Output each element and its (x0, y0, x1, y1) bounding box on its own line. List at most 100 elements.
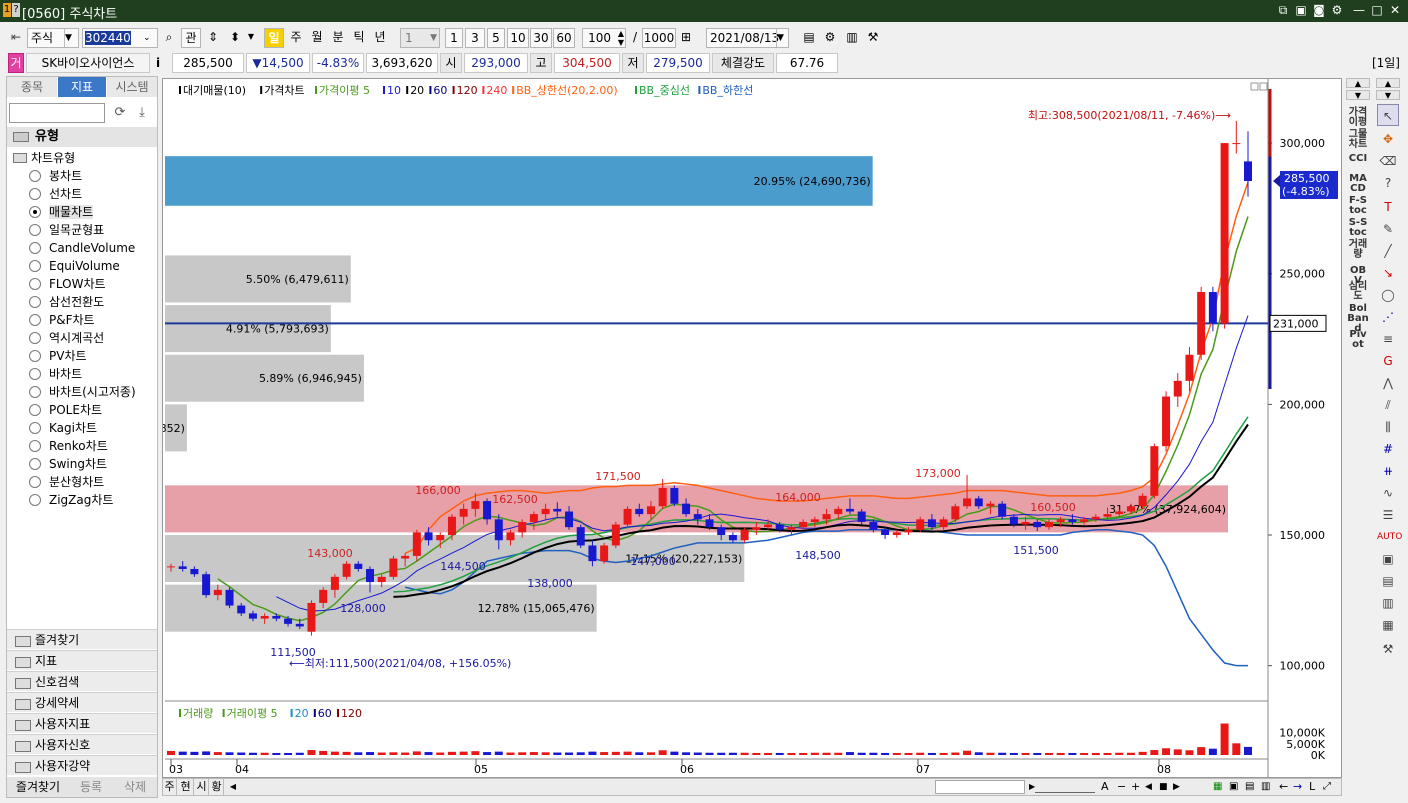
link-icon[interactable]: ⧉ (1276, 3, 1290, 17)
market-select[interactable]: 주식 ▼ (27, 28, 79, 48)
chart-type-option[interactable]: FLOW차트 (29, 275, 106, 293)
period-month-button[interactable]: 월 (307, 28, 327, 48)
panel-minimize-icon[interactable] (1250, 82, 1259, 91)
indicator-shortcut[interactable]: CCI (1344, 154, 1372, 164)
scroll-up-icon[interactable]: ▲ (1346, 78, 1370, 88)
chart-type-group[interactable]: 차트유형 (11, 149, 75, 167)
total-count-input[interactable]: 1000 (642, 28, 676, 48)
download-icon[interactable]: ⤓ (133, 104, 151, 122)
tools-icon[interactable]: ⚒ (864, 28, 882, 48)
tools-scroll-down-icon[interactable]: ▼ (1376, 90, 1400, 100)
radio-icon[interactable] (29, 314, 41, 326)
close-icon[interactable]: ✕ (1388, 3, 1402, 17)
toggle-icon[interactable]: ⇕ (203, 28, 223, 48)
radio-icon[interactable] (29, 170, 41, 182)
radio-icon[interactable] (29, 422, 41, 434)
radio-icon[interactable] (29, 332, 41, 344)
refresh-icon[interactable]: ⟳ (111, 104, 129, 122)
period-year-button[interactable]: 년 (370, 28, 390, 48)
chart-type-option[interactable]: 선차트 (29, 185, 82, 203)
tab-stocks[interactable]: 종목 (7, 77, 57, 97)
tab-system[interactable]: 시스템 (107, 77, 157, 97)
search-icon[interactable]: ⌕ (160, 28, 178, 48)
chart-type-option[interactable]: ZigZag차트 (29, 491, 113, 509)
indicator-shortcut[interactable]: 거래량 (1344, 240, 1372, 260)
gear-icon[interactable]: ⚙ (821, 28, 839, 48)
point-tool-icon[interactable]: ⋰ (1377, 306, 1399, 328)
window-tool-icon[interactable]: ▣ (1377, 548, 1399, 570)
date-input[interactable]: 2021/08/13 ▼ (706, 28, 789, 48)
cursor-icon[interactable]: ↖ (1377, 104, 1399, 126)
folder-6[interactable]: 사용자강약 (7, 755, 157, 775)
radio-icon[interactable] (29, 206, 41, 218)
ray-tool-icon[interactable]: ↘ (1377, 262, 1399, 284)
chart-type-option[interactable]: 바차트(시고저종) (29, 383, 136, 401)
period-tick-button[interactable]: 틱 (349, 28, 369, 48)
wave-tool-icon[interactable]: ∿ (1377, 482, 1399, 504)
bar-tool-icon[interactable]: ▥ (1377, 592, 1399, 614)
scroll-down-icon[interactable]: ▼ (1346, 90, 1370, 100)
indicator-shortcut[interactable]: MACD (1344, 174, 1372, 194)
print-tool-icon[interactable]: ▤ (1377, 570, 1399, 592)
chart-type-option[interactable]: P&F차트 (29, 311, 95, 329)
copy-icon[interactable]: ▣ (1294, 3, 1308, 17)
chart-type-option[interactable]: 바차트 (29, 365, 82, 383)
reset-icon[interactable]: ⤢ (1323, 779, 1337, 795)
radio-icon[interactable] (29, 368, 41, 380)
help-tool-icon[interactable]: ? (1377, 172, 1399, 194)
favorites-button[interactable]: 즐겨찾기 (9, 777, 67, 797)
bottom-tab-3[interactable]: 황 (210, 779, 224, 795)
right-arrow-icon[interactable]: → (1293, 779, 1305, 795)
stock-name[interactable]: SK바이오사이언스 (26, 53, 150, 73)
auto-tool-icon[interactable]: AUTO (1377, 526, 1402, 548)
panel-close-icon[interactable] (1259, 82, 1268, 91)
radio-icon[interactable] (29, 476, 41, 488)
chart-icon[interactable]: ▤ (800, 28, 818, 48)
doc-tool-icon[interactable]: ▦ (1377, 614, 1399, 636)
zoom-slider[interactable] (1035, 781, 1095, 793)
radio-icon[interactable] (29, 404, 41, 416)
chart-type-option[interactable]: 일목균형표 (29, 221, 104, 239)
radio-icon[interactable] (29, 440, 41, 452)
indicator-shortcut[interactable]: 심리도 (1344, 282, 1372, 302)
chart-type-option[interactable]: 분산형차트 (29, 473, 104, 491)
wrench-icon[interactable]: ⚒ (1377, 638, 1399, 660)
font-icon[interactable]: A (1101, 779, 1115, 795)
radio-icon[interactable] (29, 350, 41, 362)
folder-1[interactable]: 지표 (7, 650, 157, 670)
radio-icon[interactable] (29, 458, 41, 470)
brush-icon[interactable]: ✎ (1377, 218, 1399, 240)
radio-icon[interactable] (29, 386, 41, 398)
line-tool-icon[interactable]: ╱ (1377, 240, 1399, 262)
chart-type-option[interactable]: EquiVolume (29, 257, 120, 275)
folder-4[interactable]: 사용자지표 (7, 713, 157, 733)
chart-type-option[interactable]: Kagi차트 (29, 419, 97, 437)
gwan-button[interactable]: 관 (181, 28, 201, 48)
compare-icon[interactable]: ▥ (1261, 779, 1275, 795)
radio-icon[interactable] (29, 494, 41, 506)
pattern-tool-icon[interactable]: ⧺ (1377, 460, 1399, 482)
period-week-button[interactable]: 주 (286, 28, 306, 48)
cycle-tool-icon[interactable]: ⫼ (1377, 416, 1399, 438)
bottom-tab-1[interactable]: 현 (178, 779, 194, 795)
radio-icon[interactable] (29, 224, 41, 236)
channel-tool-icon[interactable]: ≡ (1377, 328, 1399, 350)
radio-icon[interactable] (29, 296, 41, 308)
eraser-icon[interactable]: ⌫ (1377, 150, 1399, 172)
chart-type-option[interactable]: Swing차트 (29, 455, 107, 473)
section-type-header[interactable]: 유형 (7, 127, 157, 147)
excel-icon[interactable]: ▦ (1213, 779, 1227, 795)
chart-type-option[interactable]: 삼선전환도 (29, 293, 104, 311)
indicator-shortcut[interactable]: Pivot (1344, 330, 1372, 350)
period-day-button[interactable]: 일 (264, 28, 284, 48)
scroll-left-icon[interactable]: ◀ (227, 779, 239, 795)
help-icon[interactable]: ? (12, 3, 20, 17)
interval-60-button[interactable]: 60 (553, 28, 575, 48)
indicator-shortcut[interactable]: S-Stoc (1344, 218, 1372, 238)
save-chart-icon[interactable]: ▣ (1229, 779, 1243, 795)
period-minute-button[interactable]: 분 (328, 28, 348, 48)
interval-3-button[interactable]: 3 (465, 28, 485, 48)
horizontal-scrollbar[interactable] (935, 780, 1025, 794)
folder-2[interactable]: 신호검색 (7, 671, 157, 691)
L-icon[interactable]: L (1309, 779, 1321, 795)
